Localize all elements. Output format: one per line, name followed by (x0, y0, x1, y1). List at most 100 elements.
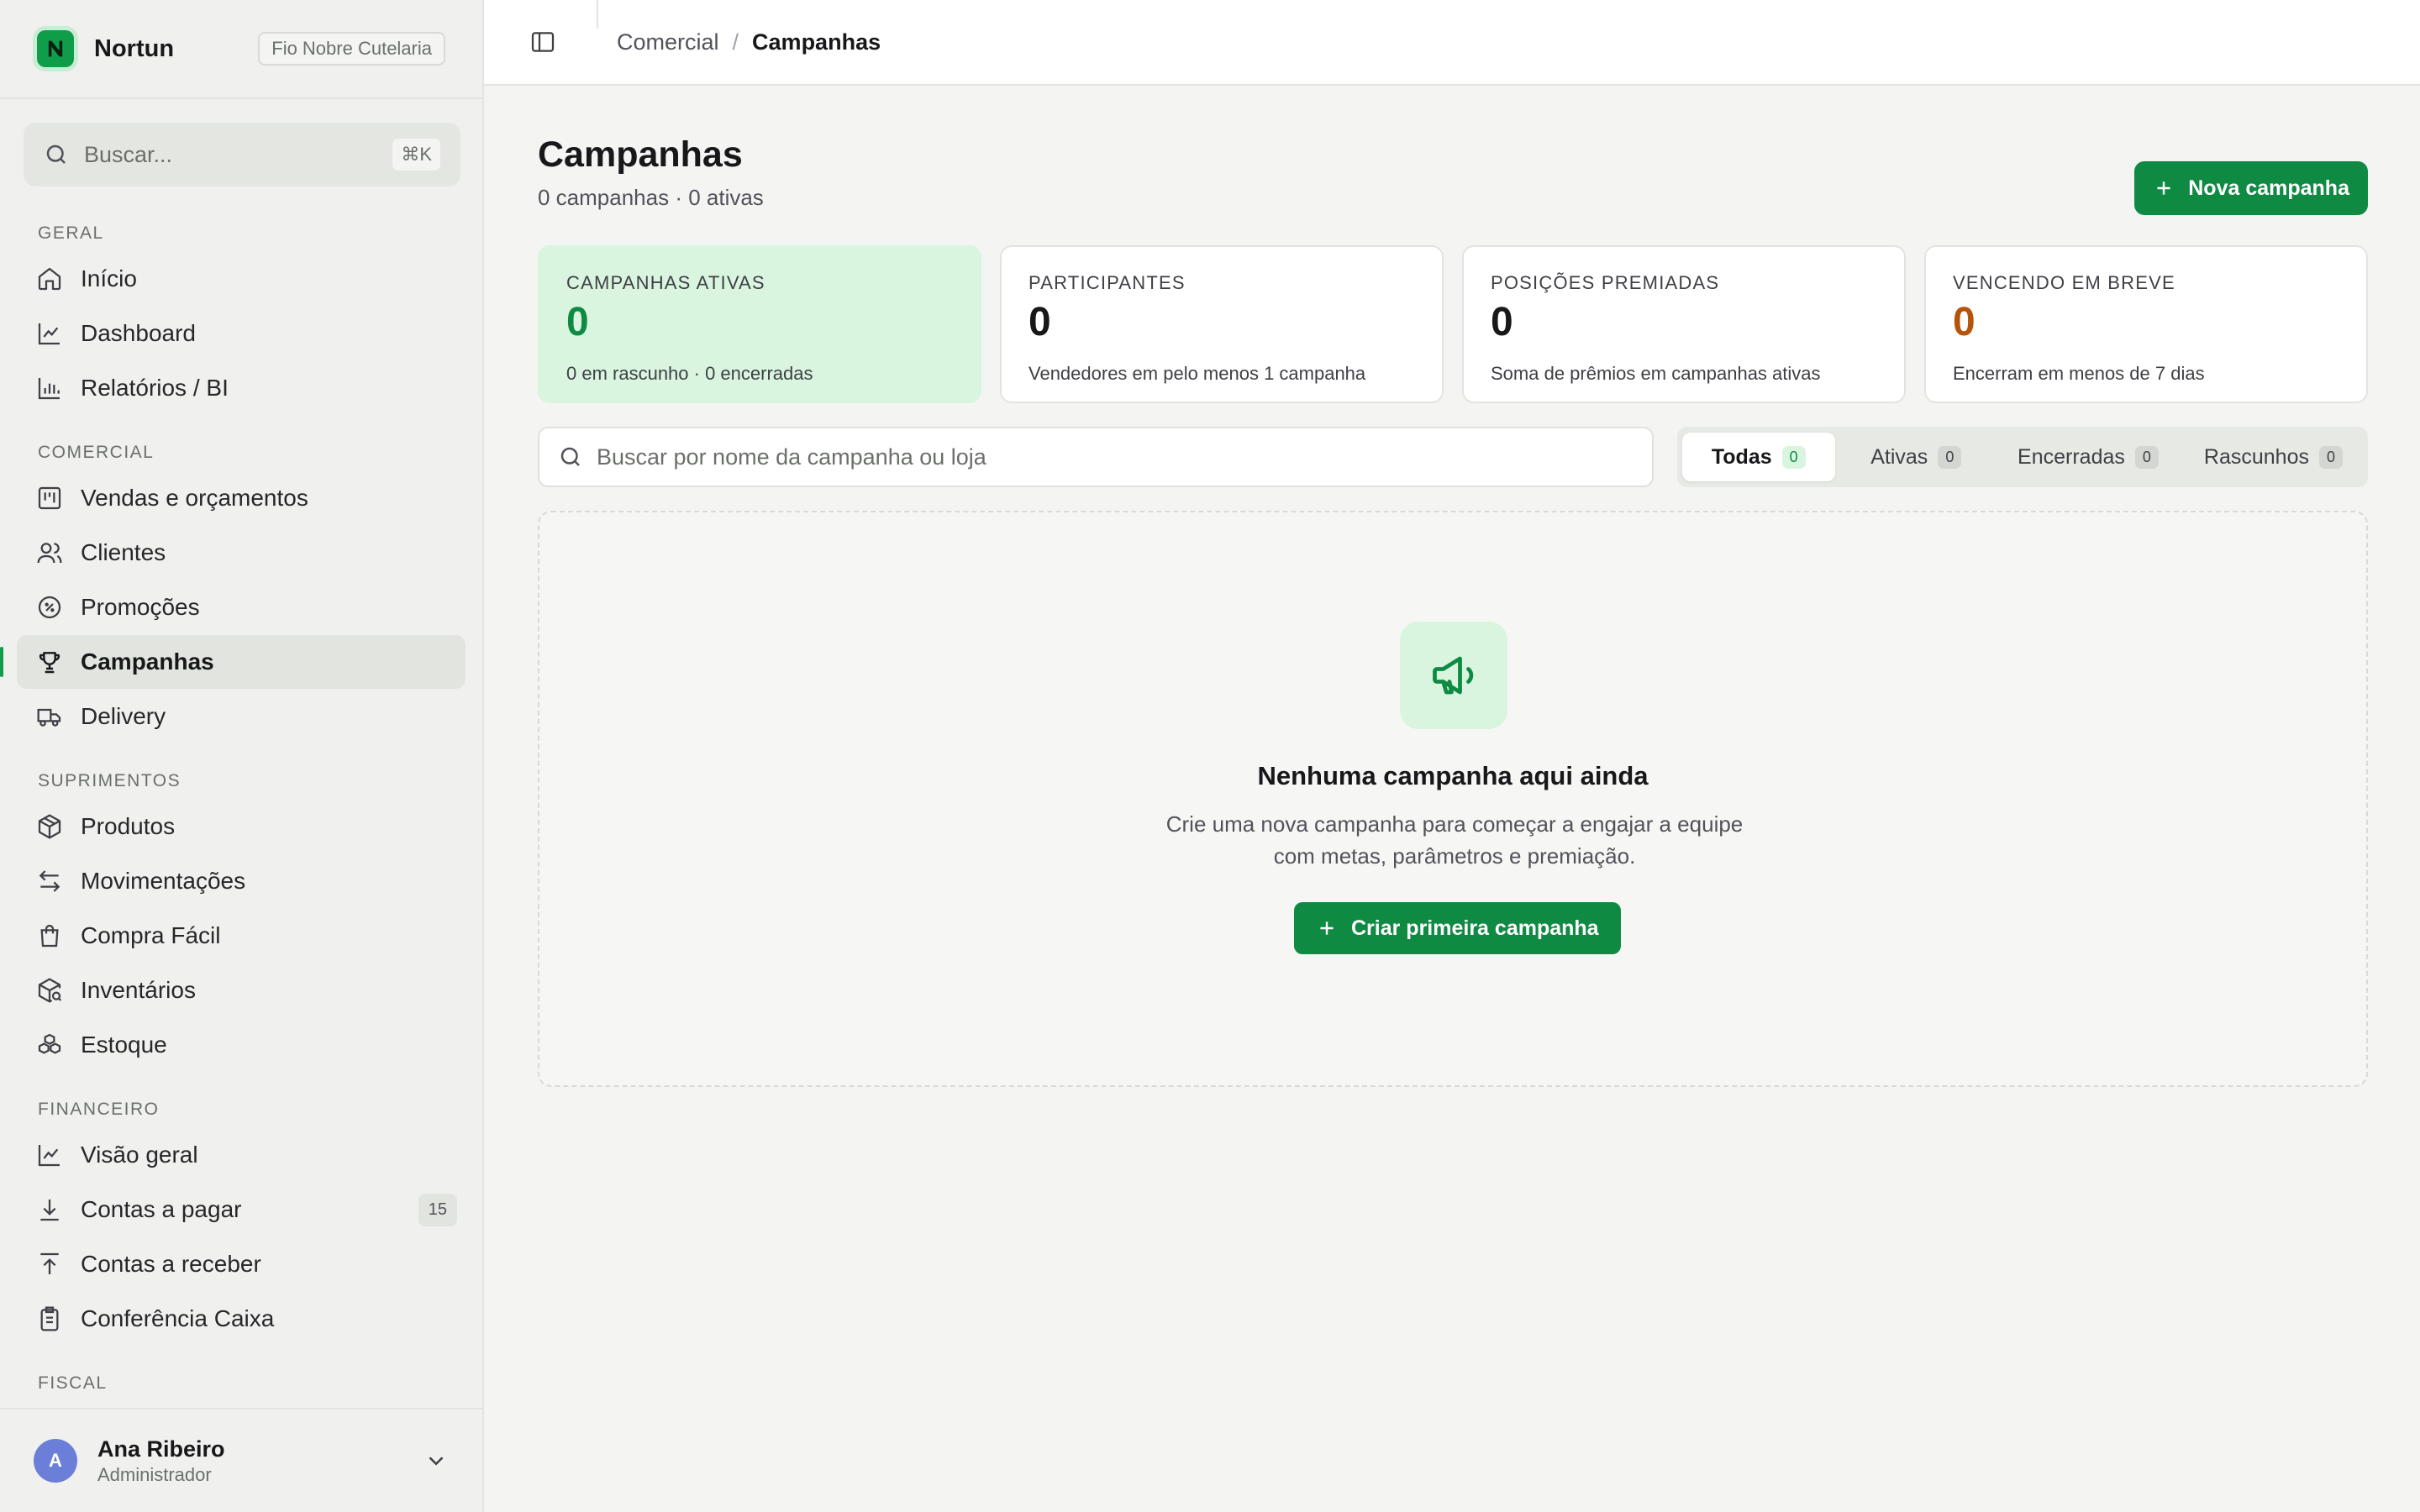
tab-label: Todas (1711, 444, 1772, 469)
campaign-search-input[interactable]: Buscar por nome da campanha ou loja (538, 427, 1654, 487)
breadcrumb-current: Campanhas (752, 29, 881, 55)
topbar: Comercial / Campanhas (484, 0, 2420, 86)
breadcrumb: Comercial / Campanhas (617, 29, 881, 55)
chevron-down-icon[interactable] (424, 1448, 449, 1473)
sidebar-item-vendas[interactable]: Vendas e orçamentos (17, 471, 466, 525)
sidebar-item-contas-pagar[interactable]: Contas a pagar 15 (17, 1183, 466, 1236)
clipboard-icon (35, 1305, 64, 1333)
shopping-bag-icon (35, 921, 64, 950)
tab-label: Rascunhos (2203, 444, 2309, 469)
section-label-suprimentos: SUPRIMENTOS (38, 771, 182, 790)
bar-chart-icon (35, 374, 64, 402)
sidebar-item-label: Visão geral (81, 1142, 198, 1168)
user-role: Administrador (97, 1463, 212, 1485)
new-campaign-button[interactable]: Nova campanha (2134, 161, 2368, 215)
sidebar-item-inicio[interactable]: Início (17, 252, 466, 306)
search-placeholder: Buscar... (84, 141, 173, 167)
sidebar-item-label: Início (81, 265, 137, 291)
stat-card-active-campaigns: CAMPANHAS ATIVAS 0 0 em rascunho · 0 enc… (538, 245, 981, 403)
sidebar-search[interactable]: Buscar... ⌘K (24, 123, 460, 186)
section-label-comercial: COMERCIAL (38, 443, 155, 462)
tab-label: Ativas (1870, 444, 1928, 469)
sidebar-item-delivery[interactable]: Delivery (17, 690, 466, 743)
sidebar-item-label: Dashboard (81, 320, 196, 346)
sidebar-item-visao-geral[interactable]: Visão geral (17, 1128, 466, 1182)
page-title: Campanhas (538, 134, 743, 175)
sidebar-item-dashboard[interactable]: Dashboard (17, 307, 466, 360)
tab-count: 0 (1938, 445, 1962, 469)
sidebar-item-label: Compra Fácil (81, 922, 221, 948)
breadcrumb-parent[interactable]: Comercial (617, 29, 719, 55)
home-icon (35, 265, 64, 293)
tab-encerradas[interactable]: Encerradas 0 (1997, 433, 2179, 481)
percent-badge-icon (35, 593, 64, 622)
section-label-geral: GERAL (38, 223, 104, 243)
section-label-fiscal: FISCAL (38, 1373, 108, 1393)
stat-label: PARTICIPANTES (1028, 272, 1186, 293)
page-subtitle: 0 campanhas · 0 ativas (538, 185, 764, 210)
section-label-financeiro: FINANCEIRO (38, 1100, 160, 1119)
sidebar-item-label: Produtos (81, 813, 176, 839)
empty-description: Crie uma nova campanha para começar a en… (1165, 811, 1744, 869)
stat-value: 0 (1953, 300, 1975, 344)
arrows-left-right-icon (35, 867, 64, 895)
empty-state: Nenhuma campanha aqui ainda Crie uma nov… (538, 511, 2368, 1087)
brand-logo-icon[interactable] (37, 30, 74, 67)
status-tabs: Todas 0 Ativas 0 Encerradas 0 Rascunhos … (1677, 427, 2368, 487)
avatar: A (34, 1439, 77, 1483)
stat-label: VENCENDO EM BREVE (1953, 272, 2175, 293)
tab-count: 0 (1781, 445, 1806, 469)
create-first-campaign-button[interactable]: Criar primeira campanha (1294, 902, 1621, 954)
stat-description: Vendedores em pelo menos 1 campanha (1028, 363, 1366, 384)
sidebar-item-inventarios[interactable]: Inventários (17, 963, 466, 1017)
tab-count: 0 (2318, 445, 2343, 469)
new-campaign-label: Nova campanha (2188, 176, 2349, 200)
truck-icon (35, 702, 64, 731)
breadcrumb-separator: / (732, 29, 739, 55)
sidebar-item-label: Relatórios / BI (81, 375, 229, 401)
sidebar-item-label: Conferência Caixa (81, 1305, 275, 1331)
user-info: Ana Ribeiro Administrador (97, 1436, 225, 1486)
search-icon (44, 142, 69, 167)
stat-label: CAMPANHAS ATIVAS (566, 272, 765, 293)
tab-label: Encerradas (2018, 444, 2125, 469)
sidebar: Nortun Fio Nobre Cutelaria Buscar... ⌘K … (0, 0, 484, 1512)
user-name: Ana Ribeiro (97, 1436, 225, 1462)
sidebar-toggle-icon[interactable] (529, 29, 556, 55)
sidebar-item-label: Movimentações (81, 868, 246, 894)
tab-rascunhos[interactable]: Rascunhos 0 (2184, 433, 2363, 481)
user-menu[interactable]: A Ana Ribeiro Administrador (0, 1408, 482, 1512)
boxes-icon (35, 1031, 64, 1059)
brand-name: Nortun (94, 34, 175, 62)
kanban-icon (35, 484, 64, 512)
sidebar-item-label: Estoque (81, 1032, 167, 1058)
sidebar-item-label: Contas a receber (81, 1251, 261, 1277)
tenant-badge[interactable]: Fio Nobre Cutelaria (258, 32, 445, 66)
sidebar-nav: GERAL Início Dashboard Relatórios / BI C… (0, 215, 482, 1402)
create-first-campaign-label: Criar primeira campanha (1351, 916, 1599, 940)
sidebar-item-campanhas[interactable]: Campanhas (0, 635, 466, 689)
sidebar-item-promocoes[interactable]: Promoções (17, 580, 466, 634)
sidebar-item-conferencia-caixa[interactable]: Conferência Caixa (17, 1292, 466, 1346)
sidebar-item-estoque[interactable]: Estoque (17, 1018, 466, 1072)
sidebar-item-contas-receber[interactable]: Contas a receber (17, 1237, 466, 1291)
sidebar-item-produtos[interactable]: Produtos (17, 800, 466, 853)
sidebar-item-label: Delivery (81, 703, 166, 729)
stat-description: 0 em rascunho · 0 encerradas (566, 363, 813, 384)
sidebar-item-movimentacoes[interactable]: Movimentações (17, 854, 466, 908)
megaphone-icon (1400, 622, 1507, 729)
empty-title: Nenhuma campanha aqui ainda (1257, 761, 1649, 790)
stat-value: 0 (1491, 300, 1513, 344)
campaign-search-placeholder: Buscar por nome da campanha ou loja (597, 444, 986, 470)
search-shortcut: ⌘K (392, 139, 440, 171)
plus-icon (1316, 917, 1338, 939)
sidebar-item-compra-facil[interactable]: Compra Fácil (17, 909, 466, 963)
tab-ativas[interactable]: Ativas 0 (1840, 433, 1993, 481)
sidebar-item-clientes[interactable]: Clientes (17, 526, 466, 580)
stat-value: 0 (1028, 300, 1051, 344)
upload-icon (35, 1250, 64, 1278)
filter-bar: Buscar por nome da campanha ou loja Toda… (538, 427, 2368, 489)
sidebar-item-relatorios[interactable]: Relatórios / BI (17, 361, 466, 415)
tab-todas[interactable]: Todas 0 (1682, 433, 1835, 481)
brand-header: Nortun Fio Nobre Cutelaria (0, 0, 482, 99)
